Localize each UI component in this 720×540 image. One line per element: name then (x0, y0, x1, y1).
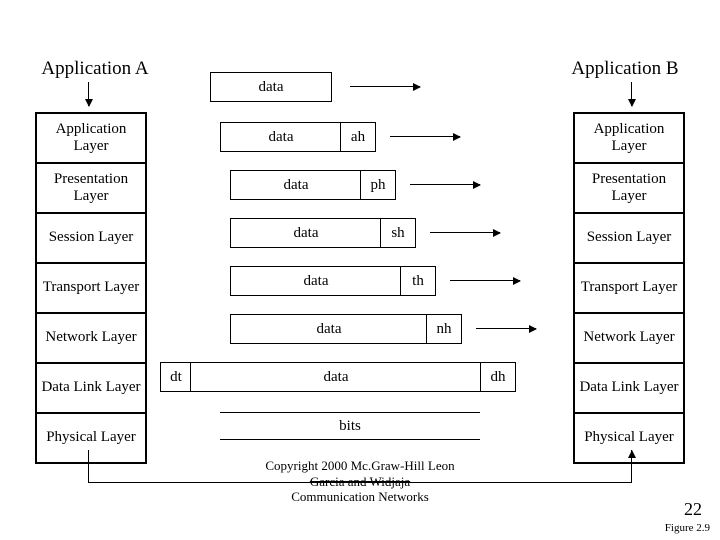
layer-presentation: Presentation Layer (575, 164, 683, 214)
pdu-data: data (230, 266, 402, 296)
copyright-line: Garcia and Widjaja (0, 474, 720, 490)
osi-stack-b: Application Layer Presentation Layer Ses… (573, 112, 685, 464)
arrow-down-icon (88, 82, 89, 106)
arrow-right-icon (350, 86, 420, 87)
pdu-header-th: th (400, 266, 436, 296)
pdu-data: data (230, 170, 362, 200)
layer-network: Network Layer (37, 314, 145, 364)
arrow-right-icon (430, 232, 500, 233)
pdu-header-nh: nh (426, 314, 462, 344)
layer-physical: Physical Layer (37, 414, 145, 462)
osi-stack-a: Application Layer Presentation Layer Ses… (35, 112, 147, 464)
figure-label: Figure 2.9 (665, 522, 710, 534)
layer-presentation: Presentation Layer (37, 164, 145, 214)
arrow-right-icon (390, 136, 460, 137)
pdu-data: data (210, 72, 332, 102)
column-title-a: Application A (15, 58, 175, 80)
copyright-line: Communication Networks (0, 489, 720, 505)
pdu-header-sh: sh (380, 218, 416, 248)
layer-network: Network Layer (575, 314, 683, 364)
pdu-header-ah: ah (340, 122, 376, 152)
pdu-bits: bits (220, 412, 480, 440)
pdu-trailer-dt: dt (160, 362, 192, 392)
page-number: 22 (684, 499, 702, 520)
copyright-line: Copyright 2000 Mc.Graw-Hill Leon (0, 458, 720, 474)
layer-datalink: Data Link Layer (575, 364, 683, 414)
arrow-right-icon (450, 280, 520, 281)
arrow-right-icon (476, 328, 536, 329)
arrow-right-icon (410, 184, 480, 185)
pdu-data: data (220, 122, 342, 152)
pdu-data: data (230, 314, 428, 344)
column-title-b: Application B (545, 58, 705, 80)
pdu-data: data (230, 218, 382, 248)
layer-transport: Transport Layer (37, 264, 145, 314)
layer-application: Application Layer (575, 114, 683, 164)
layer-session: Session Layer (37, 214, 145, 264)
layer-session: Session Layer (575, 214, 683, 264)
pdu-header-dh: dh (480, 362, 516, 392)
arrow-down-icon (631, 82, 632, 106)
copyright-text: Copyright 2000 Mc.Graw-Hill Leon Garcia … (0, 458, 720, 505)
arrow-up-icon (628, 450, 636, 458)
layer-datalink: Data Link Layer (37, 364, 145, 414)
layer-application: Application Layer (37, 114, 145, 164)
pdu-header-ph: ph (360, 170, 396, 200)
pdu-data: data (190, 362, 482, 392)
layer-transport: Transport Layer (575, 264, 683, 314)
